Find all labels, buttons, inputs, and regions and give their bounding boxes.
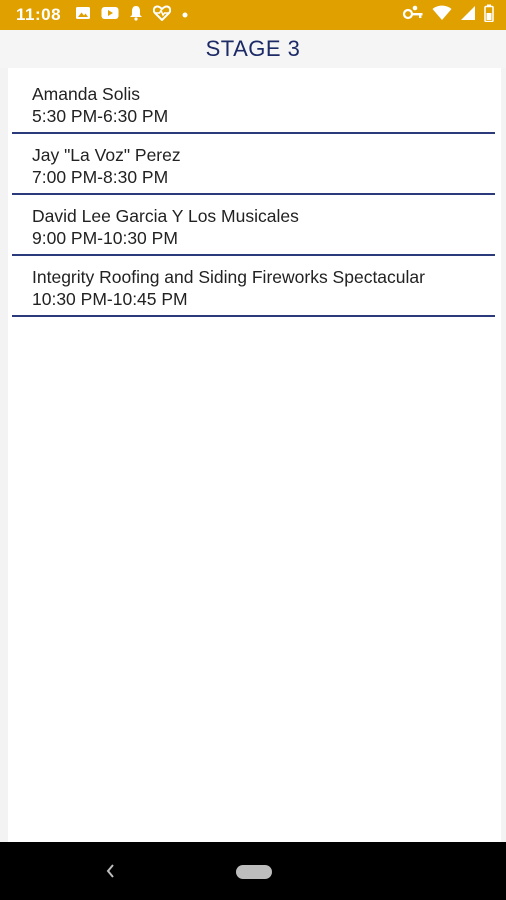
schedule-item[interactable]: Jay "La Voz" Perez 7:00 PM-8:30 PM [12,135,495,195]
status-time: 11:08 [16,5,62,24]
time-slot: 9:00 PM-10:30 PM [32,228,178,248]
performer-name: Integrity Roofing and Siding Fireworks S… [32,267,425,287]
performer-name: David Lee Garcia Y Los Musicales [32,206,299,226]
image-icon [75,5,91,26]
signal-icon [460,5,476,26]
performer-name: Jay "La Voz" Perez [32,145,181,165]
schedule-item[interactable]: Integrity Roofing and Siding Fireworks S… [12,257,495,317]
notification-bell-icon [129,5,143,26]
vpn-key-icon [402,5,424,26]
schedule-panel: Amanda Solis 5:30 PM-6:30 PM Jay "La Voz… [8,68,501,842]
schedule-list: Amanda Solis 5:30 PM-6:30 PM Jay "La Voz… [12,74,495,318]
youtube-icon [101,6,119,25]
schedule-item[interactable]: David Lee Garcia Y Los Musicales 9:00 PM… [12,196,495,256]
time-slot: 5:30 PM-6:30 PM [32,106,169,126]
battery-icon [484,4,494,27]
page-title: STAGE 3 [205,36,301,61]
performer-name: Amanda Solis [32,84,140,104]
dot-icon [181,6,189,24]
status-right-icons [402,4,494,27]
chevron-left-icon [106,864,114,878]
home-button[interactable] [236,865,272,879]
wifi-icon [432,5,452,26]
app-header: STAGE 3 [0,30,506,68]
status-left-icons [75,4,189,26]
schedule-item[interactable]: Amanda Solis 5:30 PM-6:30 PM [12,74,495,134]
time-slot: 7:00 PM-8:30 PM [32,167,169,187]
status-bar: 11:08 [0,0,506,30]
heart-monitor-icon [152,4,172,26]
back-button[interactable] [100,859,120,883]
time-slot: 10:30 PM-10:45 PM [32,289,188,309]
navigation-bar [0,842,506,900]
